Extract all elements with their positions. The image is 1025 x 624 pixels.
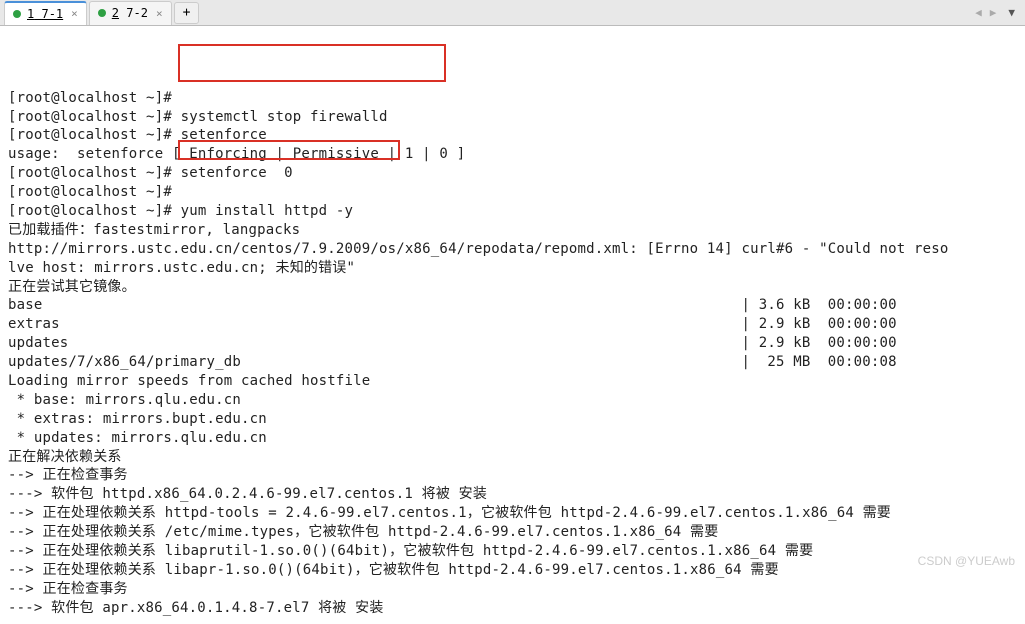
- next-tab-icon[interactable]: ▶: [990, 6, 997, 19]
- tab-7-2[interactable]: 2 7-2 ×: [89, 1, 172, 25]
- watermark: CSDN @YUEAwb: [918, 554, 1015, 568]
- terminal-line: [root@localhost ~]# systemctl stop firew…: [8, 109, 388, 125]
- close-icon[interactable]: ×: [71, 7, 78, 20]
- terminal-line: --> 正在处理依赖关系 libaprutil-1.so.0()(64bit)，…: [8, 543, 813, 559]
- new-tab-button[interactable]: +: [174, 2, 200, 24]
- terminal-line: --> 正在处理依赖关系 /etc/mime.types，它被软件包 httpd…: [8, 524, 718, 540]
- terminal-line: extras | 2.9 kB 00:00:00: [8, 316, 897, 332]
- terminal-line: [root@localhost ~]#: [8, 184, 181, 200]
- tab-nav: ◀ ▶ ▼: [975, 6, 1021, 19]
- terminal-line: * base: mirrors.qlu.edu.cn: [8, 392, 241, 408]
- tab-7-1[interactable]: 1 7-1 ×: [4, 1, 87, 25]
- terminal-line: [root@localhost ~]# setenforce 0: [8, 165, 293, 181]
- terminal-line: Loading mirror speeds from cached hostfi…: [8, 373, 370, 389]
- terminal-line: 正在尝试其它镜像。: [8, 279, 136, 295]
- terminal-line: usage: setenforce [ Enforcing | Permissi…: [8, 146, 465, 162]
- dropdown-icon[interactable]: ▼: [1008, 6, 1015, 19]
- terminal-line: 正在解决依赖关系: [8, 449, 122, 465]
- terminal-line: --> 正在检查事务: [8, 467, 128, 483]
- tab-label: 2 7-2: [112, 6, 148, 20]
- terminal-line: --> 正在处理依赖关系 libapr-1.so.0()(64bit)，它被软件…: [8, 562, 779, 578]
- status-dot-icon: [13, 10, 21, 18]
- terminal-line: * updates: mirrors.qlu.edu.cn: [8, 430, 267, 446]
- terminal-line: updates/7/x86_64/primary_db | 25 MB 00:0…: [8, 354, 897, 370]
- terminal-line: http://mirrors.ustc.edu.cn/centos/7.9.20…: [8, 241, 949, 257]
- terminal-line: [root@localhost ~]# yum install httpd -y: [8, 203, 353, 219]
- terminal-line: [root@localhost ~]#: [8, 90, 181, 106]
- terminal-line: lve host: mirrors.ustc.edu.cn; 未知的错误": [8, 260, 355, 276]
- prev-tab-icon[interactable]: ◀: [975, 6, 982, 19]
- terminal-line: [root@localhost ~]# setenforce: [8, 127, 276, 143]
- status-dot-icon: [98, 9, 106, 17]
- terminal-line: base | 3.6 kB 00:00:00: [8, 297, 897, 313]
- terminal-line: --> 正在处理依赖关系 httpd-tools = 2.4.6-99.el7.…: [8, 505, 891, 521]
- terminal-line: 已加载插件：fastestmirror, langpacks: [8, 222, 300, 238]
- terminal-output[interactable]: [root@localhost ~]# [root@localhost ~]# …: [0, 26, 1025, 624]
- terminal-line: ---> 软件包 httpd.x86_64.0.2.4.6-99.el7.cen…: [8, 486, 487, 502]
- terminal-line: * extras: mirrors.bupt.edu.cn: [8, 411, 267, 427]
- terminal-line: ---> 软件包 apr.x86_64.0.1.4.8-7.el7 将被 安装: [8, 600, 384, 616]
- terminal-line: --> 正在检查事务: [8, 581, 128, 597]
- terminal-line: updates | 2.9 kB 00:00:00: [8, 335, 897, 351]
- close-icon[interactable]: ×: [156, 7, 163, 20]
- tab-bar: 1 7-1 × 2 7-2 × + ◀ ▶ ▼: [0, 0, 1025, 26]
- highlight-box: [178, 44, 446, 82]
- tab-label: 1 7-1: [27, 7, 63, 21]
